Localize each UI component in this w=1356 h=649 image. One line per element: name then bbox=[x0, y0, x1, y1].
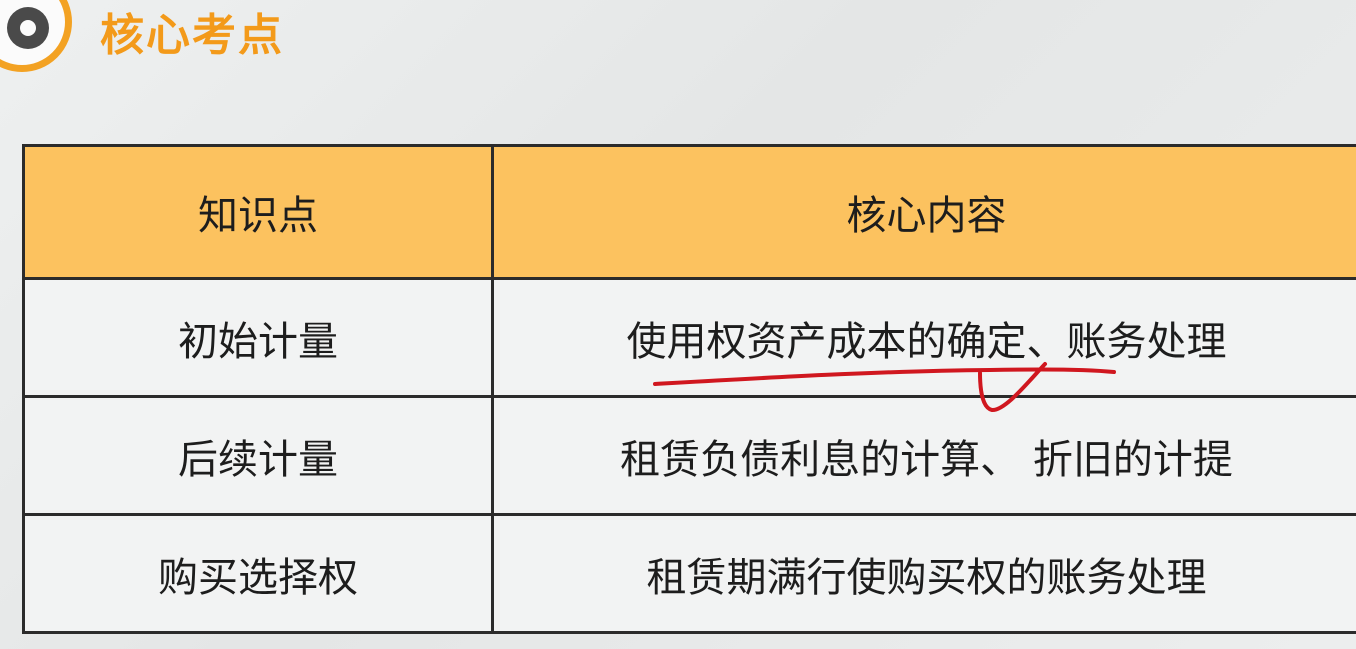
knowledge-table: 知识点 核心内容 初始计量 使用权资产成本的确定、账务处理 后续计量 租赁负债利… bbox=[22, 144, 1356, 634]
column-header-topic: 知识点 bbox=[22, 144, 494, 280]
content-cell: 使用权资产成本的确定、账务处理 bbox=[491, 277, 1356, 398]
target-icon bbox=[0, 0, 72, 72]
target-icon-center bbox=[7, 7, 49, 49]
topic-cell: 后续计量 bbox=[22, 395, 494, 516]
table-row: 初始计量 使用权资产成本的确定、账务处理 bbox=[22, 277, 1356, 398]
table-row: 后续计量 租赁负债利息的计算、 折旧的计提 bbox=[22, 395, 1356, 516]
table-header-row: 知识点 核心内容 bbox=[22, 144, 1356, 280]
content-cell: 租赁期满行使购买权的账务处理 bbox=[491, 513, 1356, 634]
target-icon-dot bbox=[20, 20, 36, 36]
table-row: 购买选择权 租赁期满行使购买权的账务处理 bbox=[22, 513, 1356, 634]
page-title: 核心考点 bbox=[100, 10, 284, 61]
column-header-content: 核心内容 bbox=[491, 144, 1356, 280]
topic-cell: 购买选择权 bbox=[22, 513, 494, 634]
content-cell: 租赁负债利息的计算、 折旧的计提 bbox=[491, 395, 1356, 516]
topic-cell: 初始计量 bbox=[22, 277, 494, 398]
